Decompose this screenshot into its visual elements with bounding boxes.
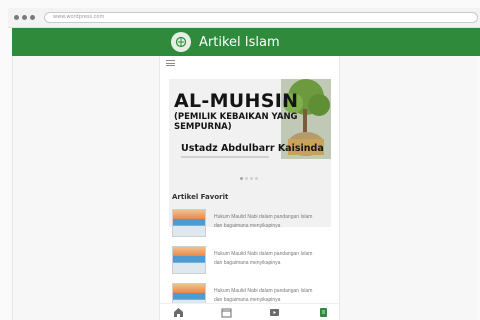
banner-divider <box>181 156 269 158</box>
carousel-dot[interactable] <box>250 177 253 180</box>
hamburger-menu-icon[interactable] <box>166 60 175 66</box>
article-title: Hukum Maulid Nabi dalam pandangan Islam … <box>214 214 313 229</box>
banner-heading: AL-MUHSIN <box>174 90 299 112</box>
banner-speaker: Ustadz Abdulbarr Kaisinda <box>181 143 324 154</box>
maximize-dot-icon[interactable] <box>30 15 35 20</box>
window-controls <box>14 15 35 20</box>
article-thumbnail <box>172 246 206 274</box>
carousel-dot[interactable] <box>255 177 258 180</box>
article-item[interactable]: Hukum Maulid Nabi dalam pandangan Islam … <box>172 246 332 283</box>
book-icon[interactable] <box>317 307 329 318</box>
article-item[interactable]: Hukum Maulid Nabi dalam pandangan Islam … <box>172 209 332 246</box>
browser-window: www.wordpress.com Artikel Islam AL-MUHSI… <box>0 0 480 320</box>
video-icon[interactable] <box>268 307 280 318</box>
mobile-screen: AL-MUHSIN (PEMILIK KEBAIKAN YANG SEMPURN… <box>159 56 340 320</box>
featured-banner[interactable]: AL-MUHSIN (PEMILIK KEBAIKAN YANG SEMPURN… <box>169 79 331 227</box>
address-bar[interactable]: www.wordpress.com <box>44 12 478 23</box>
article-title: Hukum Maulid Nabi dalam pandangan Islam … <box>214 251 313 266</box>
minimize-dot-icon[interactable] <box>22 15 27 20</box>
carousel-dot[interactable] <box>240 177 243 180</box>
book-globe-icon <box>171 32 191 52</box>
banner-subheading: (PEMILIK KEBAIKAN YANG SEMPURNA) <box>174 112 298 132</box>
calendar-icon[interactable] <box>220 307 232 318</box>
section-title: Artikel Favorit <box>172 193 229 201</box>
article-thumbnail <box>172 209 206 237</box>
home-icon[interactable] <box>172 307 184 318</box>
carousel-dot[interactable] <box>245 177 248 180</box>
close-dot-icon[interactable] <box>14 15 19 20</box>
app-title: Artikel Islam <box>199 35 280 50</box>
bottom-navigation <box>160 303 339 320</box>
app-header: Artikel Islam <box>12 28 480 56</box>
browser-toolbar: www.wordpress.com <box>8 8 480 28</box>
carousel-indicator <box>240 177 258 180</box>
